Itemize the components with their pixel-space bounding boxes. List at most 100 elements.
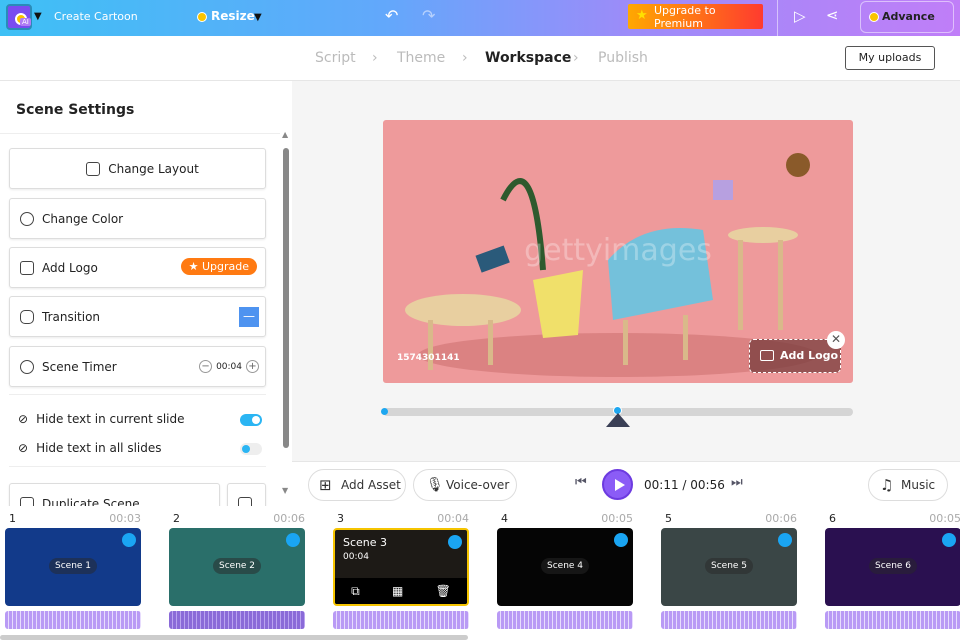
scene-number: 2 [173,512,180,525]
panel-scrollbar[interactable]: ▲ ▼ [282,130,290,496]
layout-icon [86,161,101,176]
watermark: gettyimages [524,233,712,268]
trash-icon [238,496,252,506]
crown-icon [286,533,300,547]
share-icon[interactable]: ⋖ [826,6,839,24]
increase-timer-button[interactable]: + [246,360,259,373]
time-display: 00:11 / 00:56 [644,478,725,492]
delete-scene-button[interactable] [227,483,266,506]
scene-canvas[interactable]: gettyimages 1574301141 Add Logo ✕ [383,120,853,383]
scene-duration: 00:05 [929,512,960,525]
top-bar: AI ▼ Create Cartoon Resize ▼ ↶ ↷ ★ Upgrad… [0,0,960,53]
duplicate-scene-button[interactable]: Duplicate Scene [9,483,220,506]
upgrade-premium-button[interactable]: ★ Upgrade to Premium [628,4,763,30]
skip-back-icon[interactable]: ⏮ [575,475,587,490]
music-button[interactable]: ♫ Music [868,469,948,501]
scene-number: 6 [829,512,836,525]
create-cartoon-link[interactable]: Create Cartoon [54,10,138,23]
decrease-timer-button[interactable]: − [199,360,213,373]
trash-icon[interactable]: 🗑 [436,584,451,598]
scene-thumbnail[interactable]: Scene 4 [497,528,633,606]
audio-waveform[interactable] [169,611,305,629]
scene-label: Scene 6 [869,558,918,574]
ai-badge: AI [20,18,31,26]
chevron-right-icon: › [462,50,468,66]
timer-icon [20,359,34,374]
close-icon[interactable]: ✕ [827,331,845,349]
scene-number: 4 [501,512,508,525]
step-nav: Script › Theme › Workspace › Publish My … [0,36,960,81]
duplicate-icon[interactable]: ⧉ [351,584,360,599]
voice-over-button[interactable]: 🎙 Voice-over [413,469,517,501]
scene-thumbnail[interactable]: Scene 3 00:04 ⧉ ▦ 🗑 [333,528,469,606]
eye-off-icon: ⊘ [18,412,29,426]
chevron-right-icon: › [573,50,579,66]
redo-icon[interactable]: ↷ [422,6,435,25]
audio-waveform[interactable] [5,611,141,629]
scene-settings-panel: Scene Settings Change Layout Change Colo… [0,81,292,506]
selected-scene-duration: 00:04 [343,552,369,562]
step-script[interactable]: Script [315,50,356,66]
step-publish[interactable]: Publish [598,50,648,66]
scene-label: Scene 5 [705,558,754,574]
skip-forward-icon[interactable]: ⏭ [731,475,743,490]
transition-button[interactable]: Transition — [9,296,266,337]
step-theme[interactable]: Theme [397,50,445,66]
preview-play-icon[interactable]: ▷ [794,7,806,25]
timeline-scrollbar[interactable] [0,635,468,640]
microphone-icon: 🎙 [426,477,444,493]
chevron-down-icon[interactable]: ▼ [34,11,42,22]
step-workspace[interactable]: Workspace [485,50,571,66]
music-icon: ♫ [880,476,894,494]
layout-icon[interactable]: ▦ [392,584,403,598]
undo-icon[interactable]: ↶ [385,6,398,25]
upgrade-badge[interactable]: ★ Upgrade [180,258,257,275]
audio-waveform[interactable] [497,611,633,629]
change-color-button[interactable]: Change Color [9,198,266,239]
add-logo-button[interactable]: Add Logo ★ Upgrade [9,247,266,288]
app-logo[interactable] [6,4,32,30]
my-uploads-button[interactable]: My uploads [845,46,935,70]
playback-slider[interactable] [381,406,853,427]
scene-thumbnail[interactable]: Scene 5 [661,528,797,606]
star-icon: ★ [636,8,648,23]
scene-label: Scene 4 [541,558,590,574]
scene-label: Scene 1 [49,558,98,574]
scene-number: 5 [665,512,672,525]
hide-text-current: ⊘ Hide text in current slide [18,412,185,426]
transition-selector[interactable]: — [239,307,259,327]
chevron-right-icon: › [372,50,378,66]
advance-edit-button[interactable]: Advance Edit [860,1,954,53]
add-asset-button[interactable]: ⊞ Add Asset [308,469,406,501]
playhead-marker[interactable] [606,413,630,427]
audio-waveform[interactable] [333,611,469,629]
star-icon [869,12,879,22]
scene-thumbnail[interactable]: Scene 2 [169,528,305,606]
crown-icon [778,533,792,547]
play-button[interactable] [602,469,633,500]
crown-icon [614,533,628,547]
scene-number: 3 [337,512,344,525]
playback-controls: ⊞ Add Asset 🎙 Voice-over ⏮ 00:11 / 00:56 ⏭… [292,461,960,506]
change-layout-button[interactable]: Change Layout [9,148,266,189]
eye-off-icon: ⊘ [18,441,29,455]
divider [777,0,778,36]
audio-waveform[interactable] [661,611,797,629]
image-id: 1574301141 [397,353,460,363]
scene-thumbnail[interactable]: Scene 1 [5,528,141,606]
palette-icon [20,211,34,226]
scene-timeline: 1 00:03 Scene 1 2 00:06 Scene 2 3 00:04 … [0,506,960,640]
scene-label: Scene 2 [213,558,262,574]
scene-duration: 00:05 [601,512,633,525]
scene-timer: Scene Timer −00:04 + [9,346,266,387]
resize-button[interactable]: Resize [211,9,255,23]
crown-icon [122,533,136,547]
scene-duration: 00:06 [273,512,305,525]
scene-thumbnail[interactable]: Scene 6 [825,528,960,606]
duplicate-icon [20,496,34,506]
logo-icon [760,350,774,361]
audio-waveform[interactable] [825,611,960,629]
chevron-down-icon[interactable]: ▼ [254,12,262,23]
selected-scene-title: Scene 3 [343,536,388,549]
star-icon [197,12,207,22]
